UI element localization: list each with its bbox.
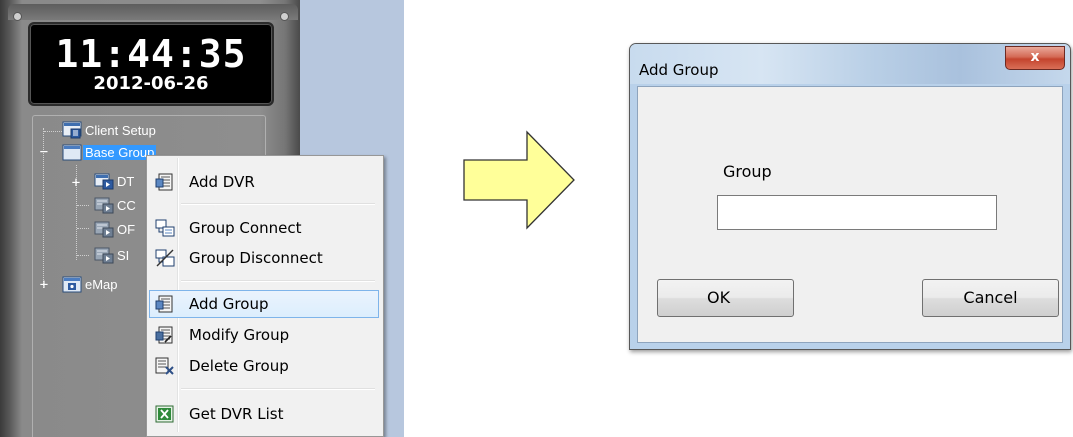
- menu-item-label: Add Group: [189, 295, 269, 313]
- menu-item-get-dvr-list[interactable]: Get DVR List: [149, 400, 379, 428]
- tree-item-label: OF: [117, 222, 136, 237]
- expand-icon[interactable]: +: [38, 278, 50, 292]
- ok-button[interactable]: OK: [657, 279, 794, 317]
- tree-item-label: eMap: [85, 277, 118, 292]
- menu-item-label: Group Disconnect: [189, 249, 323, 267]
- menu-item-label: Group Connect: [189, 219, 302, 237]
- tree-connector: [77, 228, 89, 229]
- context-menu: Add DVR Group Connect Group Disconnect A…: [146, 155, 384, 437]
- menu-item-group-disconnect[interactable]: Group Disconnect: [149, 244, 379, 272]
- clock-time: 11:44:35: [55, 32, 247, 76]
- group-connect-icon: [155, 219, 175, 237]
- add-group-icon: [155, 295, 173, 313]
- tree-connector: [44, 131, 62, 132]
- menu-item-label: Delete Group: [189, 357, 289, 375]
- excel-icon: [155, 405, 174, 423]
- dialog-title: Add Group: [639, 61, 719, 79]
- screw-icon: [13, 12, 22, 21]
- menu-item-add-dvr[interactable]: Add DVR: [149, 168, 379, 196]
- menu-item-modify-group[interactable]: Modify Group: [149, 321, 379, 349]
- tree-connector: [77, 255, 89, 256]
- right-arrow-icon: [463, 130, 575, 230]
- tree-item-label: CC: [117, 198, 136, 213]
- add-group-dialog: Add Group x Group OK Cancel: [629, 43, 1071, 350]
- clock-date: 2012-06-26: [93, 73, 209, 94]
- close-button[interactable]: x: [1005, 46, 1065, 70]
- menu-item-add-group[interactable]: Add Group: [149, 290, 379, 318]
- tree-connector: [77, 205, 89, 206]
- dvr-group-icon: [94, 173, 114, 190]
- add-dvr-icon: [155, 173, 173, 191]
- tree-item-label: Client Setup: [85, 123, 156, 138]
- cancel-button[interactable]: Cancel: [922, 279, 1059, 317]
- dvr-icon: [94, 247, 114, 264]
- group-disconnect-icon: [155, 249, 175, 267]
- modify-group-icon: [155, 326, 173, 344]
- expand-icon[interactable]: +: [70, 176, 82, 190]
- group-label: Group: [723, 162, 772, 181]
- menu-separator: [181, 203, 375, 205]
- menu-item-label: Add DVR: [189, 173, 255, 191]
- collapse-icon[interactable]: −: [38, 145, 50, 159]
- digital-clock: 11:44:35 2012-06-26: [28, 22, 274, 106]
- screw-icon: [280, 12, 289, 21]
- group-name-input[interactable]: [717, 195, 997, 230]
- dialog-titlebar: Add Group x: [630, 44, 1070, 84]
- menu-separator: [181, 280, 375, 282]
- dvr-icon: [94, 197, 114, 214]
- ok-button-label: OK: [707, 288, 731, 307]
- panel-top-rim: [8, 4, 298, 20]
- menu-item-delete-group[interactable]: Delete Group: [149, 352, 379, 380]
- dvr-icon: [94, 221, 114, 238]
- menu-separator: [181, 388, 375, 390]
- dialog-client-area: Group OK Cancel: [637, 86, 1063, 343]
- menu-item-label: Get DVR List: [189, 405, 284, 423]
- tree-item-label: SI: [117, 248, 130, 263]
- app-screenshot-left: 11:44:35 2012-06-26 Client Setup − Base …: [0, 0, 404, 437]
- client-setup-icon: [62, 121, 82, 139]
- delete-group-icon: [155, 357, 174, 375]
- tree-item-label: DT: [117, 174, 135, 189]
- folder-icon: [62, 144, 82, 161]
- menu-item-group-connect[interactable]: Group Connect: [149, 214, 379, 242]
- emap-icon: [62, 276, 82, 293]
- menu-item-label: Modify Group: [189, 326, 290, 344]
